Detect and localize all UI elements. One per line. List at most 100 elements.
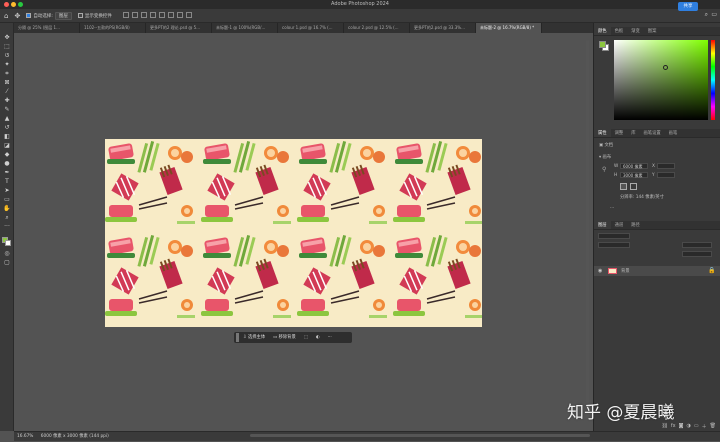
fx-icon[interactable]: fx xyxy=(671,423,676,431)
eyedropper-tool-icon[interactable]: ⁄ xyxy=(3,89,11,95)
auto-select-option[interactable]: 自动选择: 图层 xyxy=(26,11,72,20)
home-icon[interactable]: ⌂ xyxy=(4,12,8,20)
magic-wand-tool-icon[interactable]: ✦ xyxy=(3,62,11,68)
move-tool-icon[interactable]: ✥ xyxy=(3,35,11,41)
tab-channels[interactable]: 通道 xyxy=(611,221,628,229)
tab-properties[interactable]: 属性 xyxy=(594,129,611,137)
align-top-icon[interactable] xyxy=(149,11,156,18)
gradient-tool-icon[interactable]: ◪ xyxy=(3,143,11,149)
tab-gradients[interactable]: 渐变 xyxy=(627,27,644,35)
more-tools-icon[interactable]: ··· xyxy=(3,224,11,230)
path-selection-tool-icon[interactable]: ➤ xyxy=(3,188,11,194)
orientation-portrait-icon[interactable] xyxy=(620,183,627,190)
share-button[interactable]: 共享 xyxy=(678,2,698,11)
new-layer-icon[interactable]: ＋ xyxy=(702,423,707,431)
minimize-window-button[interactable] xyxy=(11,2,16,7)
remove-background-button[interactable]: ▭ 移除背景 xyxy=(269,332,300,343)
lasso-tool-icon[interactable]: ଓ xyxy=(3,53,11,59)
close-window-button[interactable] xyxy=(4,2,9,7)
hand-tool-icon[interactable]: ✋ xyxy=(3,206,11,212)
history-brush-tool-icon[interactable]: ↺ xyxy=(3,125,11,131)
more-options-icon[interactable] xyxy=(185,11,192,18)
link-dimensions-icon[interactable]: ⚲ xyxy=(602,166,606,173)
height-field[interactable]: 3000 像素 xyxy=(620,172,648,178)
eraser-tool-icon[interactable]: ◧ xyxy=(3,134,11,140)
type-tool-icon[interactable]: T xyxy=(3,179,11,185)
color-picker-handle[interactable] xyxy=(663,65,668,70)
group-icon[interactable]: ▭ xyxy=(694,423,699,431)
align-left-icon[interactable] xyxy=(122,11,129,18)
horizontal-scrollbar[interactable] xyxy=(250,434,590,437)
color-field[interactable] xyxy=(614,40,708,120)
select-subject-button[interactable]: ⇩ 选择主体 xyxy=(239,332,269,343)
x-field[interactable] xyxy=(657,163,675,169)
frame-tool-icon[interactable]: ⊠ xyxy=(3,80,11,86)
tab-patterns[interactable]: 图案 xyxy=(644,27,661,35)
workspace-icon[interactable]: ▭ xyxy=(711,11,717,18)
pen-tool-icon[interactable]: ✒ xyxy=(3,170,11,176)
orientation-landscape-icon[interactable] xyxy=(630,183,637,190)
crop-tool-icon[interactable]: ⌗ xyxy=(3,71,11,77)
delete-layer-icon[interactable]: 🗑 xyxy=(710,423,716,431)
tab-document[interactable]: 更多PT的2.psd @ 33.3%... xyxy=(410,23,476,33)
marquee-tool-icon[interactable]: ⬚ xyxy=(3,44,11,50)
layer-filter-dropdown[interactable] xyxy=(598,233,630,239)
tab-paths[interactable]: 路径 xyxy=(627,221,644,229)
tab-swatches[interactable]: 色板 xyxy=(611,27,628,35)
zoom-level[interactable]: 16.67% xyxy=(17,434,33,439)
tab-document[interactable]: 更多PT的2 理论.psd @ 5... xyxy=(146,23,212,33)
tab-document[interactable]: colour 1.psd @ 16.7% (... xyxy=(278,23,344,33)
zoom-tool-icon[interactable]: ⌕ xyxy=(3,215,11,221)
layer-row[interactable]: ◉ 背景 🔒 xyxy=(594,266,720,276)
fill-field[interactable] xyxy=(682,251,712,257)
align-center-icon[interactable] xyxy=(131,11,138,18)
show-transform-checkbox[interactable] xyxy=(77,13,83,18)
brush-tool-icon[interactable]: ✎ xyxy=(3,107,11,113)
distribute-icon[interactable] xyxy=(176,11,183,18)
blur-tool-icon[interactable]: ◆ xyxy=(3,152,11,158)
auto-select-dropdown[interactable]: 图层 xyxy=(54,11,72,20)
add-mask-icon[interactable]: ◙ xyxy=(679,423,684,431)
link-layers-icon[interactable]: ⛓ xyxy=(662,423,668,431)
screen-mode-icon[interactable]: ▢ xyxy=(3,260,11,266)
foreground-swatch[interactable] xyxy=(599,41,606,48)
tab-layers[interactable]: 图层 xyxy=(594,221,611,229)
vertical-scrollbar[interactable] xyxy=(586,40,589,420)
align-middle-icon[interactable] xyxy=(158,11,165,18)
layer-name[interactable]: 背景 xyxy=(621,268,630,274)
tab-brush-settings[interactable]: 画笔设置 xyxy=(639,129,664,137)
search-icon[interactable]: ⌕ xyxy=(705,11,708,19)
hue-slider[interactable] xyxy=(711,40,715,120)
tab-document[interactable]: 1102--五款的PS(RGB/8) xyxy=(80,23,146,33)
visibility-eye-icon[interactable]: ◉ xyxy=(598,268,602,274)
tab-libraries[interactable]: 库 xyxy=(627,129,639,137)
healing-brush-tool-icon[interactable]: ✚ xyxy=(3,98,11,104)
quick-mask-icon[interactable]: ◎ xyxy=(3,251,11,257)
blend-mode-dropdown[interactable] xyxy=(598,242,630,248)
adjustment-layer-icon[interactable]: ◑ xyxy=(687,423,691,431)
tab-document[interactable]: colour 2.psd @ 12.5% (... xyxy=(344,23,410,33)
opacity-field[interactable] xyxy=(682,242,712,248)
width-field[interactable]: 6000 像素 xyxy=(620,163,648,169)
tab-brushes[interactable]: 画笔 xyxy=(665,129,682,137)
align-right-icon[interactable] xyxy=(140,11,147,18)
tab-document[interactable]: 分隔 @ 25% (图层 1... xyxy=(14,23,80,33)
show-transform-option[interactable]: 显示变换控件 xyxy=(77,13,112,19)
more-button[interactable]: ··· xyxy=(324,332,336,343)
stamp-tool-icon[interactable]: ▲ xyxy=(3,116,11,122)
adjust-icon[interactable]: ◐ xyxy=(312,332,324,343)
zoom-window-button[interactable] xyxy=(18,2,23,7)
align-bottom-icon[interactable] xyxy=(167,11,174,18)
transform-icon[interactable]: ⬚ xyxy=(300,332,312,343)
properties-more-button[interactable]: ··· xyxy=(610,206,614,211)
y-field[interactable] xyxy=(657,172,675,178)
rectangle-tool-icon[interactable]: ▭ xyxy=(3,197,11,203)
dodge-tool-icon[interactable]: ● xyxy=(3,161,11,167)
document-canvas[interactable] xyxy=(105,139,482,327)
tab-document-active[interactable]: 未标题-2 @ 16.7%(RGB/8) * xyxy=(476,23,542,33)
auto-select-checkbox[interactable] xyxy=(26,13,32,18)
tab-document[interactable]: 未标题-1 @ 100%(RGB/... xyxy=(212,23,278,33)
tab-color[interactable]: 颜色 xyxy=(594,27,611,35)
move-tool-icon[interactable]: ✥ xyxy=(14,12,20,20)
background-color-swatch[interactable] xyxy=(5,240,11,246)
